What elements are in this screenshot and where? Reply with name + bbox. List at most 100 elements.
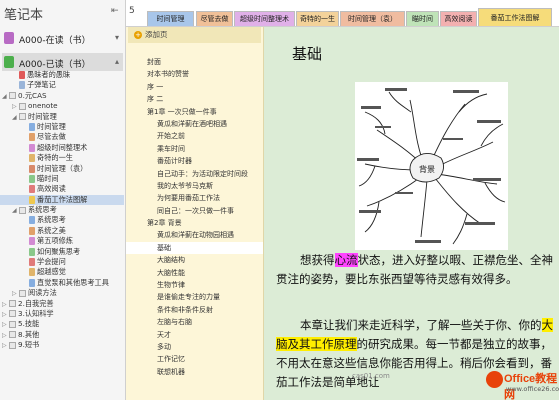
section-label: 高效阅读 (37, 184, 66, 194)
section-item[interactable]: 超级时间整理术 (0, 143, 124, 153)
page-list-item[interactable]: 工作记忆 (126, 353, 263, 365)
section-group-item[interactable]: ▷ 5.技能 (0, 319, 124, 329)
page-list-item[interactable]: 天才 (126, 329, 263, 341)
section-item[interactable]: 时间管理 (0, 122, 124, 132)
section-group-item[interactable]: ▷ 2.自我完善 (0, 299, 124, 309)
expand-icon[interactable]: ▷ (2, 331, 9, 340)
section-item[interactable]: 子弹笔记 (0, 80, 124, 90)
section-label: 0.元CAS (18, 90, 47, 100)
section-item[interactable]: 瞄时间 (0, 174, 124, 184)
section-tab[interactable]: 番茄工作法图解 (478, 8, 552, 26)
highlight-flow: 心流 (334, 253, 358, 267)
collapse-panel-icon[interactable]: ⇤ (111, 6, 119, 16)
section-group-item[interactable]: ◢ 0.元CAS (0, 91, 124, 101)
section-item[interactable]: 第五项修炼 (0, 236, 124, 246)
page-list-item[interactable]: 对本书的赞誉 (126, 68, 263, 80)
section-icon (19, 81, 25, 90)
page-list-item[interactable]: 序 一 (126, 81, 263, 93)
page-list-item[interactable]: 开始之前 (126, 130, 263, 142)
page-list-item[interactable]: 左脑与右脑 (126, 316, 263, 328)
section-group-icon (9, 300, 16, 308)
mindmap-drawing: 背景 (357, 88, 506, 245)
section-group-item[interactable]: ▷ 阅读方法 (0, 288, 124, 298)
section-group-item[interactable]: ▷ onenote (0, 101, 124, 111)
section-item[interactable]: 奇特的一生 (0, 153, 124, 163)
section-group-item[interactable]: ▷ 9.短书 (0, 340, 124, 350)
page-list-item[interactable]: 多动 (126, 341, 263, 353)
add-icon: + (134, 31, 142, 39)
page-list-item[interactable]: 番茄计时器 (126, 155, 263, 167)
collapse-icon[interactable]: ◢ (12, 113, 19, 122)
section-tab[interactable]: 时间管理（袁） (340, 11, 405, 26)
section-group-item[interactable]: ◢ 系统思考 (0, 205, 124, 215)
collapse-icon[interactable]: ◢ (12, 206, 19, 215)
paragraph-1[interactable]: 想获得心流状态，进入好整以暇、正襟危坐、全神贯注的姿势，要比东张西望等待灵感有效… (276, 251, 558, 289)
page-title[interactable]: 基础 (292, 43, 322, 64)
section-item[interactable]: 直觉泵和其他思考工具 (0, 278, 124, 288)
page-list-item[interactable]: 大脑性能 (126, 267, 263, 279)
page-list-item[interactable]: 为何要用番茄工作法 (126, 192, 263, 204)
page-list-item[interactable]: 第2章 背景 (126, 217, 263, 229)
section-tab[interactable]: 尽管去做 (196, 11, 233, 26)
page-list-item[interactable]: 条件和非条件反射 (126, 304, 263, 316)
section-item[interactable]: 系统思考 (0, 215, 124, 225)
section-icon (19, 71, 25, 79)
page-list-item[interactable]: 生物节律 (126, 279, 263, 291)
chevron-up-icon[interactable]: ▴ (115, 57, 119, 66)
page-list-item[interactable]: 大脑结构 (126, 254, 263, 266)
section-item[interactable]: 系统之美 (0, 226, 124, 236)
tab-overflow-count[interactable]: 5 (129, 6, 135, 16)
section-tab[interactable]: 高效阅读 (440, 11, 477, 26)
expand-icon[interactable]: ▷ (2, 300, 9, 309)
expand-icon[interactable]: ▷ (2, 310, 9, 319)
section-item[interactable]: 愚昧者的愚昧 (0, 70, 124, 80)
section-item[interactable]: 尽管去做 (0, 132, 124, 142)
mindmap-image[interactable]: 背景 (355, 82, 508, 250)
section-group-item[interactable]: ◢ 时间管理 (0, 112, 124, 122)
section-group-item[interactable]: ▷ 8.其他 (0, 330, 124, 340)
notebook-item-read[interactable]: A000-已读（书） ▴ (2, 53, 123, 71)
page-list-item[interactable]: 是谁偷走专注的力量 (126, 291, 263, 303)
section-item[interactable]: 时间管理（袁） (0, 164, 124, 174)
section-tab[interactable]: 奇特的一生 (296, 11, 339, 26)
page-list-item[interactable]: 黄瓜和洋蓟在动物园相遇 (126, 229, 263, 241)
page-list-item[interactable]: 同自己：一次只做一件事 (126, 205, 263, 217)
section-tab[interactable]: 超级时间整理术 (234, 11, 295, 26)
section-label: 系统之美 (37, 225, 66, 235)
chevron-down-icon[interactable]: ▾ (115, 33, 119, 42)
expand-icon[interactable]: ▷ (2, 320, 9, 329)
expand-icon[interactable]: ▷ (12, 289, 19, 298)
section-item[interactable]: 如何聚焦思考 (0, 247, 124, 257)
expand-icon[interactable]: ▷ (2, 341, 9, 350)
notebook-label: A000-已读（书） (19, 60, 91, 70)
section-tab[interactable]: 瞄时间 (406, 11, 439, 26)
section-icon (29, 258, 35, 267)
section-label: 直觉泵和其他思考工具 (37, 277, 109, 287)
section-tab[interactable]: 时间管理 (147, 11, 194, 26)
notebook-item-reading[interactable]: A000-在读（书） ▾ (2, 29, 123, 47)
page-list-item[interactable]: 封面 (126, 56, 263, 68)
section-item[interactable]: 学会提问 (0, 257, 124, 267)
section-label: 奇特的一生 (37, 153, 73, 163)
section-group-icon (9, 92, 16, 100)
collapse-icon[interactable]: ◢ (2, 92, 9, 101)
page-list-item[interactable]: 基础 (126, 241, 263, 255)
add-page-button[interactable]: + 添加页 (128, 27, 261, 43)
section-group-icon (19, 102, 26, 110)
page-list-item[interactable]: 序 二 (126, 93, 263, 105)
section-icon (29, 154, 35, 163)
section-item[interactable]: 高效阅读 (0, 184, 124, 194)
section-label: 子弹笔记 (27, 80, 56, 90)
expand-icon[interactable]: ▷ (12, 102, 19, 111)
section-item[interactable]: 超越感觉 (0, 267, 124, 277)
page-list-item[interactable]: 黄瓜和洋蓟在酒吧相遇 (126, 118, 263, 130)
page-list-item[interactable]: 第1章 一次只做一件事 (126, 106, 263, 118)
page-content: 基础 背景 想获得心流状态，进入好整以暇、正襟危坐、全神贯注的姿势，要比东张西望… (264, 27, 559, 400)
page-list-item[interactable]: 联想机器 (126, 366, 263, 378)
page-list-item[interactable]: 我的太爷爷马克斯 (126, 180, 263, 192)
page-list-item[interactable]: 自己动手：为活动限定时间段 (126, 168, 263, 180)
page-list-item[interactable]: 乘车时间 (126, 143, 263, 155)
section-item[interactable]: 番茄工作法图解 (0, 194, 124, 206)
section-group-item[interactable]: ▷ 3.认知科学 (0, 309, 124, 319)
section-icon (29, 216, 35, 225)
